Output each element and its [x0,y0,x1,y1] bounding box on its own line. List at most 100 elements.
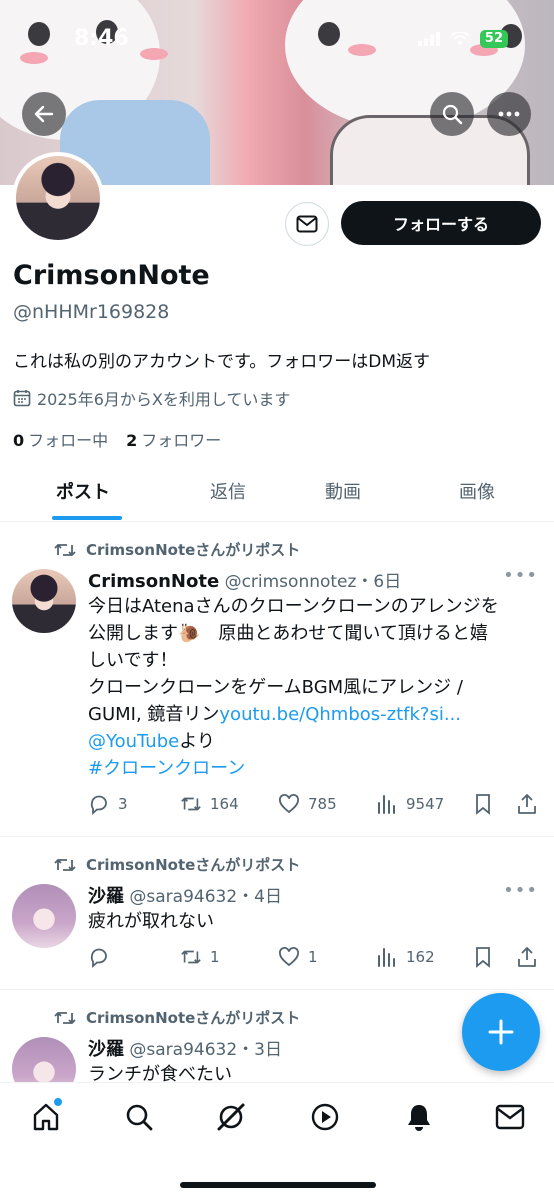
repost-icon [181,797,201,811]
joined-text: 2025年6月からXを利用しています [37,390,291,409]
nav-search[interactable] [123,1101,155,1133]
repost-indicator: CrimsonNoteさんがリポスト [54,539,300,560]
active-tab-indicator [52,516,122,520]
share-icon [518,794,536,814]
home-icon [33,1103,59,1131]
notification-dot [54,1098,62,1106]
post-avatar[interactable] [12,1037,76,1082]
nav-grok[interactable] [215,1101,247,1133]
following-link[interactable]: 0 フォロー中 [13,427,108,451]
profile-bio: これは私の別のアカウントです。フォロワーはDM返す [13,352,431,372]
share-button[interactable] [516,946,538,968]
mail-icon [495,1104,525,1130]
post-author[interactable]: CrimsonNote [88,571,219,592]
search-button[interactable] [430,92,474,136]
repost-indicator: CrimsonNoteさんがリポスト [54,1007,300,1028]
banner-eye [318,22,340,46]
more-options-button[interactable] [487,92,531,136]
grok-icon [217,1103,245,1131]
search-icon [442,104,463,125]
repost-icon [181,950,201,964]
post-avatar[interactable] [12,569,76,633]
post-link[interactable]: youtu.be/Qhmbos-ztfk?si... [219,704,461,725]
post-actions: 3 164 785 9547 [88,793,543,819]
bookmark-button[interactable] [472,793,494,815]
plus-icon [488,1019,514,1045]
status-time: 8:46 [74,26,129,51]
mail-icon [296,215,318,233]
views-icon [378,795,395,814]
bell-icon [408,1105,430,1131]
share-icon [518,947,536,967]
nav-notifications[interactable] [403,1101,435,1133]
bookmark-icon [476,794,490,815]
search-icon [126,1104,153,1131]
profile-avatar[interactable] [12,152,104,244]
back-button[interactable] [22,92,66,136]
post-header: 沙羅 @sara94632・4日 [88,882,282,908]
views-icon [378,948,395,967]
repost-icon [54,1011,76,1024]
post-text: ランチが食べたい [88,1064,232,1082]
repost-button[interactable]: 1 [180,946,220,968]
post-header: CrimsonNote @crimsonnotez・6日 [88,567,401,592]
post-author[interactable]: 沙羅 [88,1039,124,1060]
post-more-button[interactable]: ••• [503,880,538,901]
home-indicator [180,1182,376,1188]
profile-handle: @nHHMr169828 [13,301,170,323]
views-button[interactable]: 9547 [376,793,444,815]
tab-replies[interactable]: 返信 [210,478,246,504]
share-button[interactable] [516,793,538,815]
banner-blush [348,44,376,56]
post-avatar[interactable] [12,884,76,948]
banner-eye [28,22,50,46]
post-more-button[interactable]: ••• [503,565,538,586]
post-item[interactable]: CrimsonNoteさんがリポスト CrimsonNote @crimsonn… [0,523,554,837]
reply-button[interactable]: 3 [88,793,128,815]
calendar-icon [13,390,31,407]
heart-icon [279,794,299,814]
post-handle-time: @crimsonnotez・6日 [224,572,402,592]
tab-images[interactable]: 画像 [459,478,495,504]
tab-videos[interactable]: 動画 [325,478,361,504]
followers-link[interactable]: 2 フォロワー [126,427,221,451]
repost-icon [54,543,76,556]
nav-messages[interactable] [494,1101,526,1133]
signal-icon [417,32,440,46]
like-button[interactable]: 1 [278,946,318,968]
play-icon [311,1103,339,1131]
post-text: 今日はAtenaさんのクローンクローンのアレンジを 公開します🐌 原曲とあわせて… [88,593,543,782]
profile-tabs: ポスト 返信 動画 画像 [0,462,554,522]
banner-blush [20,52,48,64]
more-icon [498,111,520,117]
like-button[interactable]: 785 [278,793,337,815]
repost-icon [54,858,76,871]
reply-icon [90,948,107,968]
banner-blush [140,48,168,60]
repost-button[interactable]: 164 [180,793,239,815]
tab-posts[interactable]: ポスト [56,478,110,504]
post-author[interactable]: 沙羅 [88,886,124,907]
post-header: 沙羅 @sara94632・3日 [88,1035,282,1061]
heart-icon [279,947,299,967]
message-button[interactable] [285,202,329,246]
battery-indicator: 52 [479,30,508,48]
follow-button[interactable]: フォローする [341,201,541,245]
follow-counts: 0 フォロー中 2 フォロワー [13,427,221,451]
nav-video[interactable] [309,1101,341,1133]
post-handle-time: @sara94632・4日 [129,887,282,907]
arrow-left-icon [34,105,54,123]
post-handle-time: @sara94632・3日 [129,1040,282,1060]
reply-button[interactable] [88,946,110,968]
post-item[interactable]: CrimsonNoteさんがリポスト 沙羅 @sara94632・4日 ••• … [0,838,554,990]
post-text: 疲れが取れない [88,911,214,932]
wifi-icon [450,32,470,45]
bookmark-button[interactable] [472,946,494,968]
views-button[interactable]: 162 [376,946,435,968]
bookmark-icon [476,947,490,968]
repost-indicator: CrimsonNoteさんがリポスト [54,854,300,875]
mention-link[interactable]: @YouTube [88,731,179,752]
hashtag-link[interactable]: #クローンクローン [88,755,543,782]
profile-name: CrimsonNote [13,260,210,291]
compose-button[interactable] [462,993,540,1071]
